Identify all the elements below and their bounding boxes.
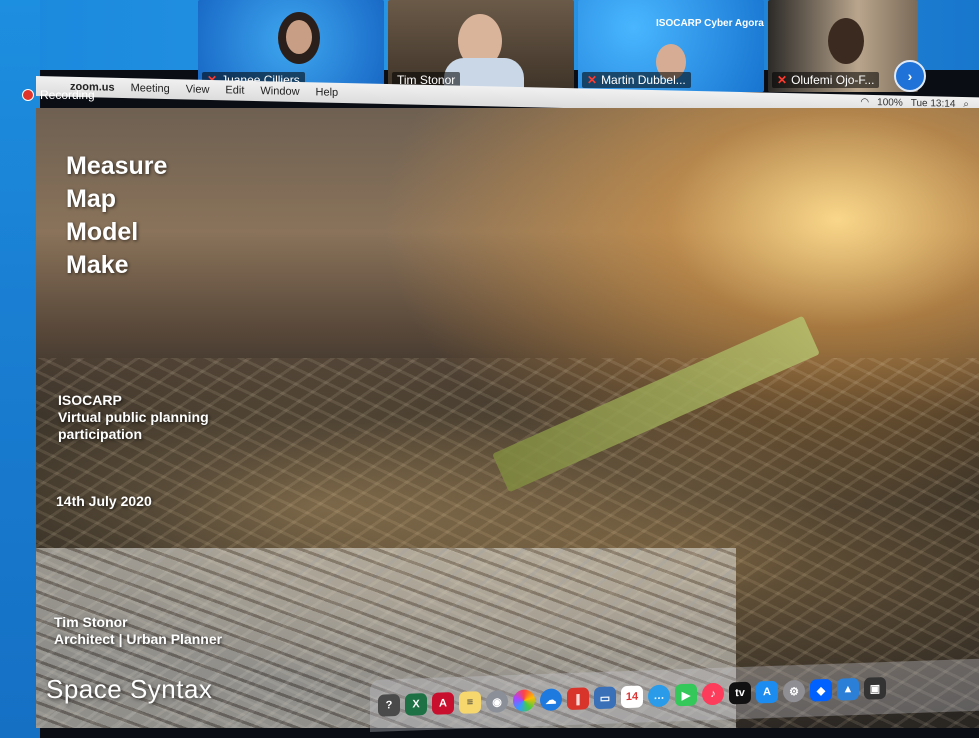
music-icon[interactable]: ♪	[702, 682, 724, 706]
space-syntax-logo: Space Syntax	[46, 674, 213, 704]
parallels-icon[interactable]: ∥	[567, 687, 589, 711]
slide-date: 14th July 2020	[56, 493, 152, 509]
facetime-icon[interactable]: ▶	[675, 683, 697, 707]
appstore-icon[interactable]: A	[756, 680, 778, 704]
preview-icon[interactable]: ▭	[594, 686, 616, 710]
participant-name: Martin Dubbel...	[601, 73, 686, 87]
title-word: Model	[66, 218, 139, 246]
notes-icon[interactable]: ≡	[459, 691, 481, 714]
subtitle-line: ISOCARP	[58, 392, 122, 408]
settings-icon[interactable]: ⚙	[783, 679, 805, 703]
title-word: Make	[66, 251, 129, 279]
participant-tile-1[interactable]: ✕ Juanee Cilliers	[198, 0, 384, 92]
menu-item-edit[interactable]: Edit	[225, 84, 244, 96]
title-word: Map	[66, 185, 116, 213]
participant-name-row: ✕ Martin Dubbel...	[582, 72, 691, 88]
virtual-background-text: ISOCARP Cyber Agora	[656, 18, 764, 29]
dropbox-icon[interactable]: ◆	[810, 678, 832, 702]
participant-face	[828, 18, 864, 64]
tv-icon[interactable]: tv	[729, 681, 751, 705]
battery-percent: 100%	[877, 97, 903, 109]
keynote-icon[interactable]: ▲	[837, 677, 859, 701]
zoom-background-left	[0, 0, 40, 738]
author-role: Architect | Urban Planner	[54, 631, 223, 647]
help-icon[interactable]: ?	[378, 693, 400, 717]
launcher-icon[interactable]: ◉	[486, 690, 508, 713]
subtitle-line: participation	[58, 426, 143, 442]
recording-indicator[interactable]: Recording	[22, 88, 95, 102]
acrobat-icon[interactable]: A	[432, 692, 454, 715]
next-page-chevron-icon[interactable]: ›	[894, 60, 926, 92]
menu-item-meeting[interactable]: Meeting	[131, 82, 170, 95]
slide-title: Measure Map Model Make	[66, 150, 167, 282]
menu-item-view[interactable]: View	[186, 83, 210, 96]
calendar-icon[interactable]: 14	[621, 685, 643, 709]
participant-tile-2[interactable]: Tim Stonor	[388, 0, 574, 92]
messages-icon[interactable]: …	[648, 684, 670, 708]
shared-slide: Measure Map Model Make ISOCARP Virtual p…	[36, 108, 979, 728]
display-icon[interactable]: ▣	[864, 676, 886, 700]
participant-name-row: ✕ Olufemi Ojo-F...	[772, 72, 880, 88]
excel-icon[interactable]: X	[405, 693, 427, 716]
participant-face	[286, 20, 312, 54]
photos-icon[interactable]	[513, 689, 535, 713]
record-icon	[22, 89, 34, 101]
slide-author: Tim Stonor Architect | Urban Planner	[54, 614, 222, 648]
wifi-icon[interactable]: ◠	[860, 97, 869, 108]
onedrive-icon[interactable]: ☁	[540, 688, 562, 712]
participant-tile-3[interactable]: ISOCARP Cyber Agora ✕ Martin Dubbel...	[578, 0, 764, 92]
muted-mic-icon: ✕	[777, 73, 788, 87]
slide-subtitle: ISOCARP Virtual public planning particip…	[58, 392, 209, 443]
muted-mic-icon: ✕	[587, 73, 598, 87]
recording-label: Recording	[40, 88, 95, 102]
participant-name: Olufemi Ojo-F...	[791, 73, 875, 87]
title-word: Measure	[66, 152, 168, 180]
menu-item-help[interactable]: Help	[316, 86, 339, 99]
subtitle-line: Virtual public planning	[58, 409, 209, 425]
menu-item-window[interactable]: Window	[260, 85, 299, 98]
author-name: Tim Stonor	[54, 614, 128, 630]
